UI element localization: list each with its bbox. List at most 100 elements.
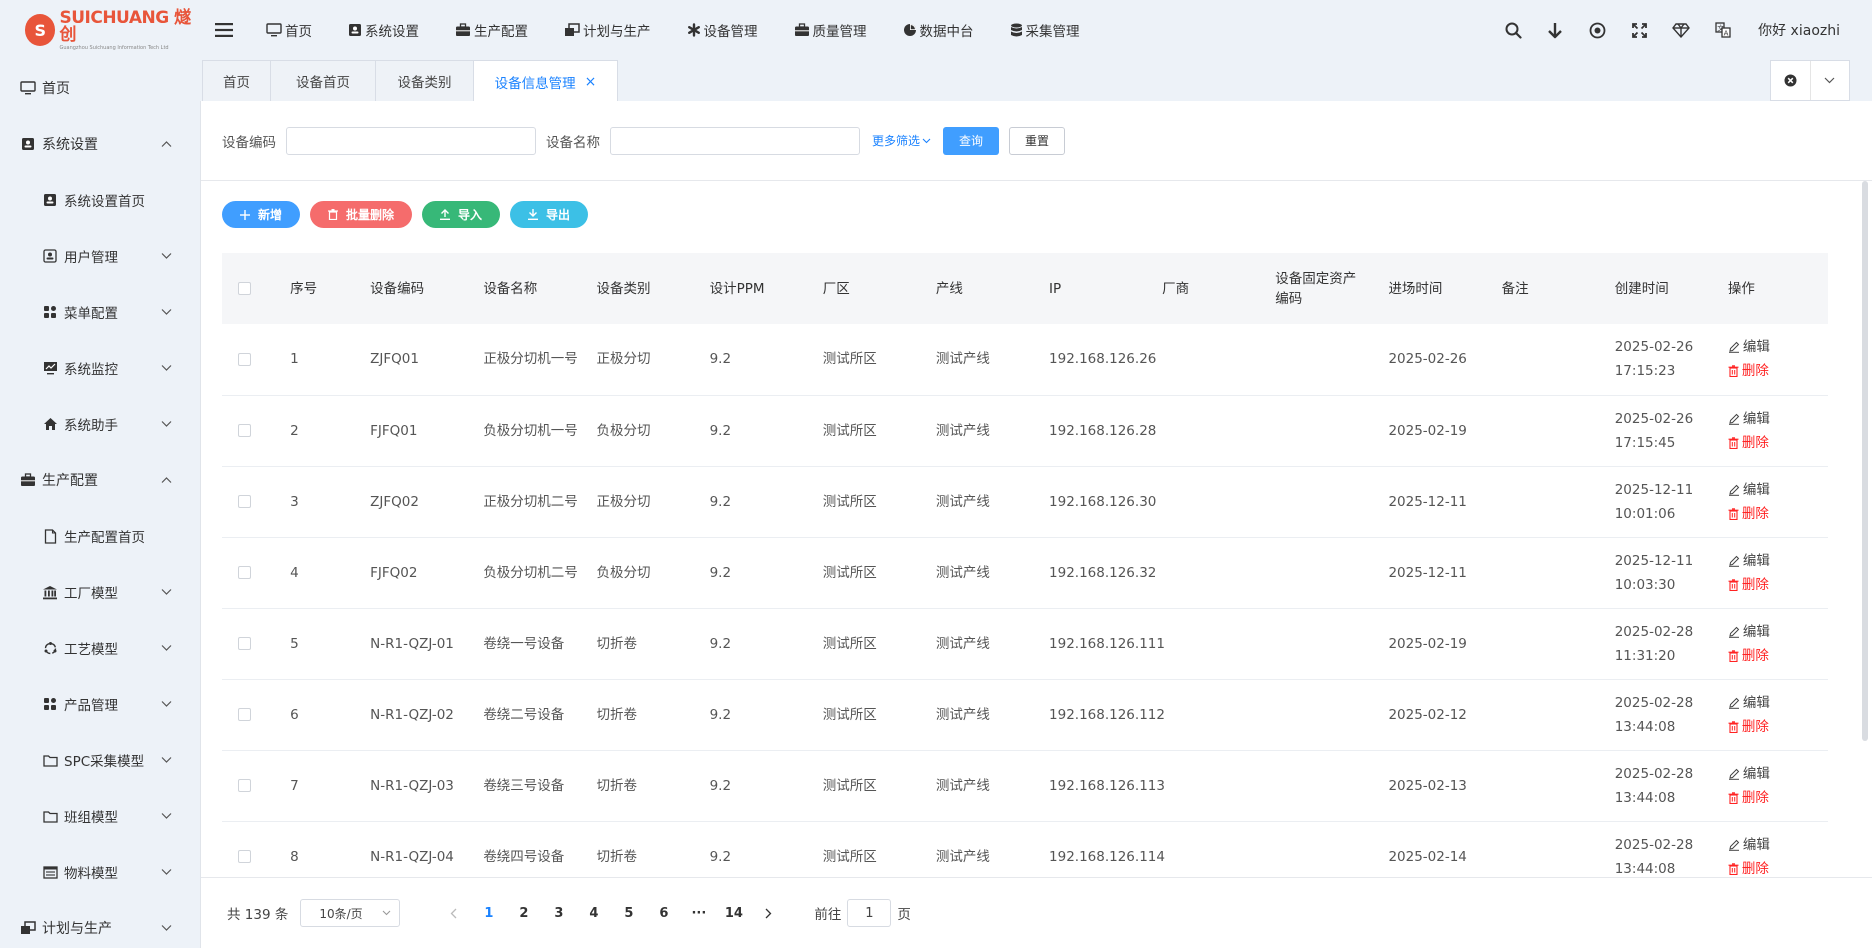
cell-no: 3: [286, 466, 367, 538]
delete-link[interactable]: 删除: [1728, 644, 1828, 668]
sidebar-item-system-monitor[interactable]: 系统监控: [0, 340, 200, 396]
fullscreen-icon[interactable]: [1628, 19, 1650, 41]
cell-area: 测试所区: [818, 750, 932, 822]
edit-link[interactable]: 编辑: [1728, 549, 1828, 573]
topnav-plan-production[interactable]: 计划与生产: [546, 0, 669, 60]
user-greeting[interactable]: 你好 xiaozhi: [1758, 20, 1840, 40]
delete-label: 删除: [1741, 434, 1769, 451]
cell-created: 2025-02-28 11:31:20: [1610, 608, 1724, 680]
edit-link[interactable]: 编辑: [1728, 691, 1828, 715]
menu-toggle-icon[interactable]: [200, 23, 248, 37]
chevron-down-icon[interactable]: [1811, 61, 1850, 100]
language-icon[interactable]: 文A: [1712, 19, 1734, 41]
diamond-icon[interactable]: [1670, 19, 1692, 41]
cell-remark: [1497, 466, 1611, 538]
sidebar-item-spc-model[interactable]: SPC采集模型: [0, 732, 200, 788]
close-tabs-icon[interactable]: [1771, 61, 1811, 100]
page-number[interactable]: 14: [716, 906, 751, 921]
sidebar-item-factory-model[interactable]: 工厂模型: [0, 564, 200, 620]
select-all-checkbox[interactable]: [238, 282, 251, 295]
delete-link[interactable]: 删除: [1728, 502, 1828, 526]
query-button[interactable]: 查询: [943, 126, 1000, 155]
sidebar-item-team-model[interactable]: 班组模型: [0, 788, 200, 844]
sidebar-item-system-settings[interactable]: 系统设置: [0, 116, 200, 172]
vertical-scrollbar[interactable]: [1862, 181, 1868, 741]
row-checkbox[interactable]: [238, 495, 251, 508]
topnav-device-management[interactable]: 设备管理: [669, 0, 776, 60]
delete-link[interactable]: 删除: [1728, 359, 1828, 383]
export-button[interactable]: 导出: [510, 201, 589, 228]
sidebar-item-menu-config[interactable]: 菜单配置: [0, 284, 200, 340]
edit-link[interactable]: 编辑: [1728, 620, 1828, 644]
sidebar-item-production-config-home[interactable]: 生产配置首页: [0, 508, 200, 564]
topnav-home[interactable]: 首页: [248, 0, 330, 60]
topnav-system-settings[interactable]: 系统设置: [330, 0, 437, 60]
tab-device-home[interactable]: 设备首页: [270, 60, 376, 101]
sidebar-item-product-management[interactable]: 产品管理: [0, 676, 200, 732]
sidebar-item-system-settings-home[interactable]: 系统设置首页: [0, 172, 200, 228]
row-checkbox[interactable]: [238, 352, 251, 366]
cell-enter: 2025-02-19: [1384, 608, 1498, 680]
device-name-input[interactable]: [610, 126, 860, 155]
goto-page-input[interactable]: 1: [847, 899, 892, 927]
device-code-input[interactable]: [286, 126, 536, 155]
record-icon[interactable]: [1586, 19, 1608, 41]
next-page-icon[interactable]: [751, 908, 786, 919]
prev-page-icon[interactable]: [436, 908, 471, 919]
add-button[interactable]: 新增: [222, 201, 301, 228]
sidebar-item-system-assistant[interactable]: 系统助手: [0, 396, 200, 452]
topnav-quality-management[interactable]: 质量管理: [776, 0, 885, 60]
topnav-production-config[interactable]: 生产配置: [437, 0, 546, 60]
edit-link[interactable]: 编辑: [1728, 478, 1828, 502]
row-checkbox[interactable]: [238, 779, 251, 792]
sidebar-item-user-management[interactable]: 用户管理: [0, 228, 200, 284]
delete-link[interactable]: 删除: [1728, 715, 1828, 739]
row-checkbox[interactable]: [238, 566, 251, 579]
download-icon[interactable]: [1544, 19, 1566, 41]
tab-device-category[interactable]: 设备类别: [375, 60, 474, 101]
sidebar-item-home[interactable]: 首页: [0, 60, 200, 116]
topnav-label: 质量管理: [812, 24, 867, 40]
close-icon[interactable]: ×: [585, 74, 597, 90]
more-filters-link[interactable]: 更多筛选: [872, 132, 931, 149]
search-icon[interactable]: [1502, 19, 1524, 41]
topnav-label: 系统设置: [365, 24, 419, 40]
edit-link[interactable]: 编辑: [1728, 335, 1828, 359]
page-number[interactable]: 5: [611, 906, 646, 921]
tab-home[interactable]: 首页: [202, 60, 271, 101]
page-number[interactable]: 2: [506, 906, 541, 921]
batch-delete-button[interactable]: 批量删除: [310, 201, 413, 228]
row-checkbox[interactable]: [238, 637, 251, 650]
reset-button[interactable]: 重置: [1009, 126, 1066, 155]
page-number[interactable]: 3: [541, 906, 576, 921]
edit-link[interactable]: 编辑: [1728, 833, 1828, 857]
topnav-data-center[interactable]: 数据中台: [885, 0, 992, 60]
page-size-select[interactable]: 10条/页: [300, 899, 401, 927]
cell-vendor: [1158, 324, 1272, 396]
user-card-icon: [348, 23, 362, 37]
tab-device-info-management[interactable]: 设备信息管理 ×: [473, 60, 618, 102]
topnav-collection-management[interactable]: 采集管理: [992, 0, 1098, 60]
sidebar-item-process-model[interactable]: 工艺模型: [0, 620, 200, 676]
row-checkbox[interactable]: [238, 424, 251, 437]
sidebar-item-production-config[interactable]: 生产配置: [0, 452, 200, 508]
page-number[interactable]: 6: [646, 906, 681, 921]
delete-link[interactable]: 删除: [1728, 857, 1828, 878]
page-number[interactable]: 4: [576, 906, 611, 921]
sidebar-item-plan-production[interactable]: 计划与生产: [0, 900, 200, 948]
delete-link[interactable]: 删除: [1728, 431, 1828, 455]
topnav-label: 设备管理: [703, 24, 758, 40]
page-number[interactable]: 1: [471, 906, 506, 921]
cell-enter: 2025-02-12: [1384, 679, 1498, 751]
sidebar-item-label: 系统监控: [64, 362, 118, 378]
edit-link[interactable]: 编辑: [1728, 407, 1828, 431]
delete-link[interactable]: 删除: [1728, 573, 1828, 597]
more-pages[interactable]: ···: [681, 906, 716, 921]
import-button[interactable]: 导入: [422, 201, 501, 228]
row-checkbox[interactable]: [238, 708, 251, 721]
delete-link[interactable]: 删除: [1728, 786, 1828, 810]
edit-link[interactable]: 编辑: [1728, 762, 1828, 786]
sidebar-item-material-model[interactable]: 物料模型: [0, 844, 200, 900]
row-checkbox[interactable]: [238, 850, 251, 863]
logo[interactable]: S SUICHUANG 燧创 Guangzhou Suichuang Infor…: [0, 0, 200, 60]
